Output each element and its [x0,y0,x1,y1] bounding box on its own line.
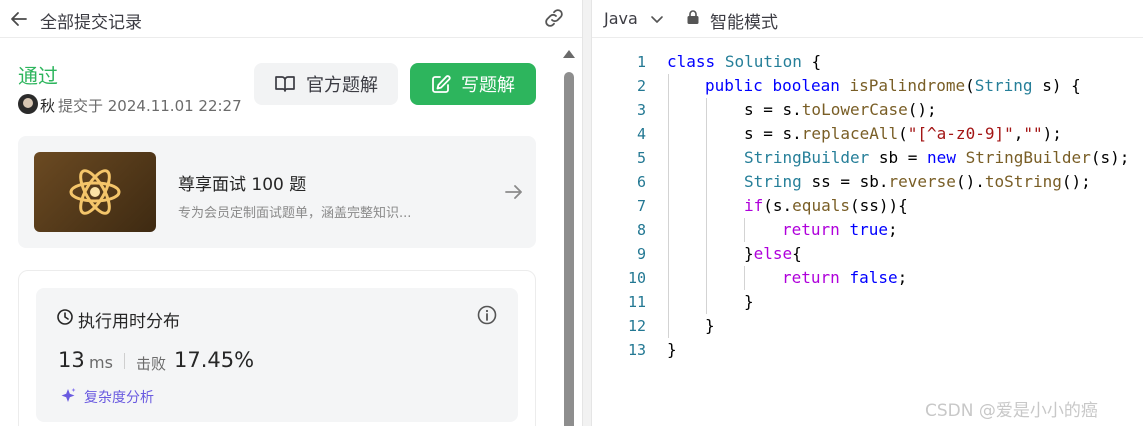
code-text: } [667,340,677,359]
code-text: String ss = sb.reverse().toString(); [744,172,1091,191]
sparkle-icon [58,386,78,406]
line-number: 6 [636,173,646,191]
submitted-time: 提交于 2024.11.01 22:27 [58,97,242,115]
submission-status: 通过 [18,64,58,88]
code-line: 7 if(s.equals(ss)){ [592,194,1143,218]
line-number: 12 [627,317,646,335]
submission-panel: 全部提交记录 通过 秋 提交于 2024.11.01 22:27 官方题解 写题… [0,0,582,426]
line-number: 10 [627,269,646,287]
code-line: 6 String ss = sb.reverse().toString(); [592,170,1143,194]
promo-card[interactable]: 尊享面试 100 题 专为会员定制面试题单，涵盖完整知识... [18,136,536,248]
line-number: 9 [636,245,646,263]
runtime-distribution-title: 执行用时分布 [78,312,180,332]
code-text: StringBuilder sb = new StringBuilder(s); [744,148,1130,167]
code-line: 12 } [592,314,1143,338]
code-line: 1 class Solution { [592,50,1143,74]
avatar[interactable] [18,94,38,114]
scroll-up-arrow-icon[interactable] [563,50,575,58]
editor-mode[interactable]: 智能模式 [710,8,778,33]
write-solution-button[interactable]: 写题解 [410,63,536,105]
code-line: 9 }else{ [592,242,1143,266]
official-solution-label: 官方题解 [306,75,378,96]
link-icon[interactable] [542,6,566,30]
language-select[interactable]: Java [604,9,638,28]
lock-icon [686,9,700,25]
beats-percentage: 17.45% [174,348,255,372]
code-line: 5 StringBuilder sb = new StringBuilder(s… [592,146,1143,170]
code-line: 10 return false; [592,266,1143,290]
code-line: 11 } [592,290,1143,314]
line-number: 5 [636,149,646,167]
code-line: 2 public boolean isPalindrome(String s) … [592,74,1143,98]
promo-description: 专为会员定制面试题单，涵盖完整知识... [178,206,412,221]
code-text: class Solution { [667,52,822,71]
editor-toolbar: Java 智能模式 [592,0,1143,38]
code-text: public boolean isPalindrome(String s) { [705,76,1081,95]
code-text: s = s.replaceAll("[^a-z0-9]",""); [744,124,1062,143]
line-number: 3 [636,101,646,119]
code-text: return true; [782,220,898,239]
stat-divider [124,353,125,369]
promo-title: 尊享面试 100 题 [178,175,307,195]
code-line: 13 } [592,338,1143,362]
line-number: 11 [627,293,646,311]
code-line: 3 s = s.toLowerCase(); [592,98,1143,122]
book-open-icon [275,76,295,92]
clock-icon [56,308,74,326]
all-submissions-title[interactable]: 全部提交记录 [40,8,142,33]
submission-header: 全部提交记录 [0,0,582,38]
line-number: 13 [627,341,646,359]
line-number: 7 [636,197,646,215]
atom-emblem-image [34,152,156,232]
panel-splitter[interactable] [582,0,592,426]
edit-icon [432,75,451,93]
watermark: CSDN @爱是小小的癌 [925,401,1098,421]
beats-label: 击败 [136,355,167,373]
write-solution-label: 写题解 [461,75,515,96]
code-text: }else{ [744,244,802,263]
line-number: 4 [636,125,646,143]
chevron-right-icon[interactable] [502,180,526,204]
line-number: 1 [636,53,646,71]
complexity-analysis-link[interactable]: 复杂度分析 [84,387,154,407]
code-text: if(s.equals(ss)){ [744,196,908,215]
code-text: s = s.toLowerCase(); [744,100,937,119]
chevron-down-icon[interactable] [650,11,664,25]
runtime-unit: ms [89,353,113,372]
info-icon[interactable] [476,304,498,326]
code-line: 8 return true; [592,218,1143,242]
code-text: return false; [782,268,908,287]
code-line: 4 s = s.replaceAll("[^a-z0-9]",""); [592,122,1143,146]
line-number: 2 [636,77,646,95]
runtime-value: 13 [58,348,85,372]
code-text: } [705,316,715,335]
code-text: } [744,292,754,311]
scroll-thumb[interactable] [564,72,574,426]
code-panel: Java 智能模式 1 class Solution { 2 public bo… [592,0,1143,426]
official-solution-button[interactable]: 官方题解 [254,63,398,105]
author-name: 秋 [40,97,56,115]
arrow-left-icon[interactable] [8,8,30,30]
line-number: 8 [636,221,646,239]
